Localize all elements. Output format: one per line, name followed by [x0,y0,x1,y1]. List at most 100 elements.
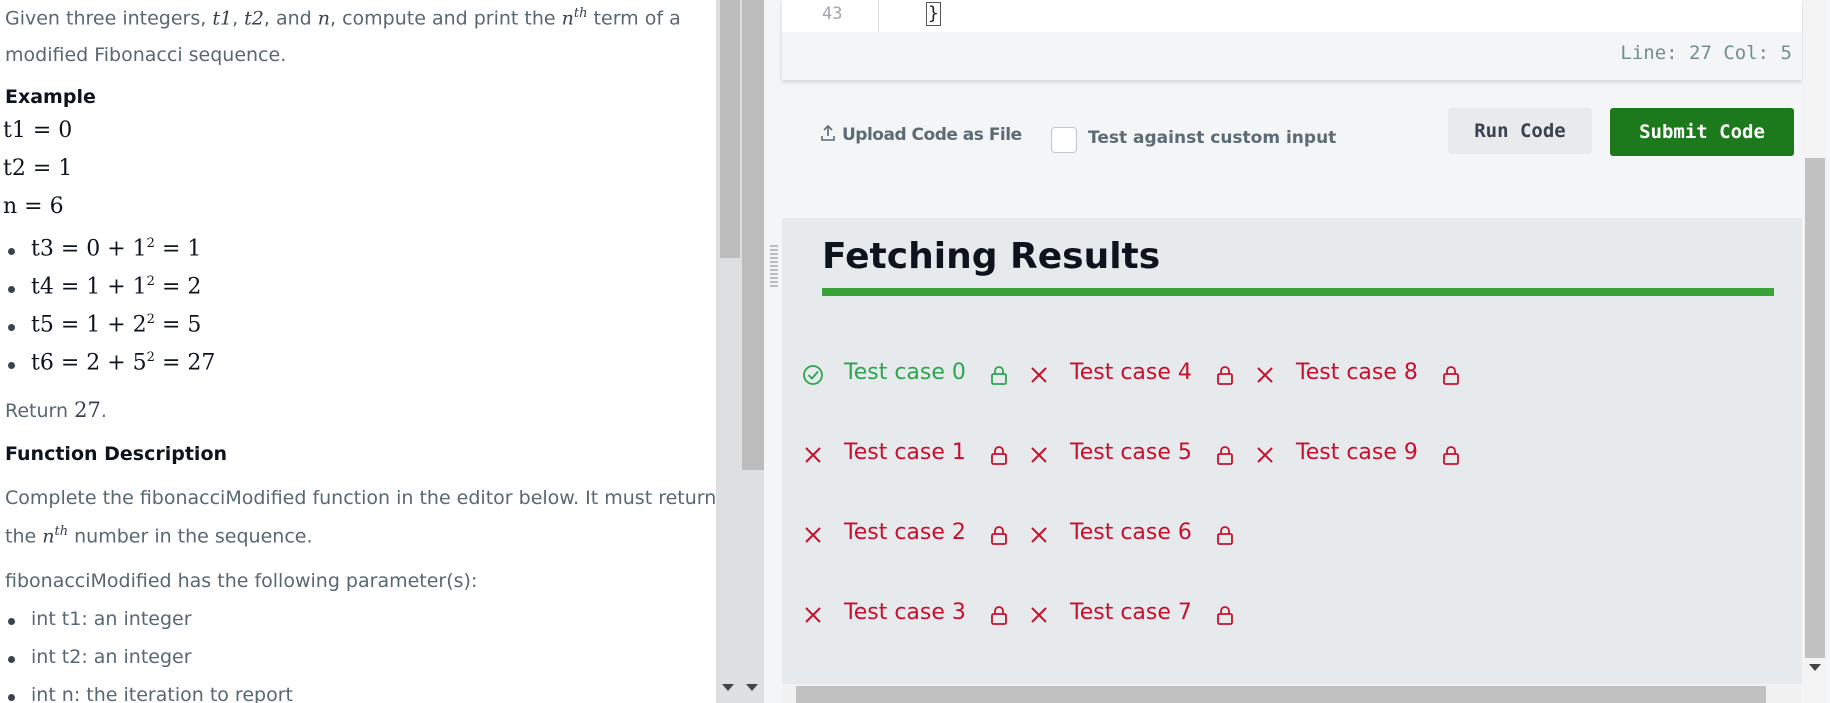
function-description-heading: Function Description [5,443,228,465]
nth-sup: th [54,524,69,539]
var-t1: t1 [212,7,233,30]
horizontal-scrollbar-thumb[interactable] [796,686,1766,703]
bullet-dot [8,324,15,331]
bullet-dot [8,618,15,625]
problem-scrollbar-thumb[interactable] [720,0,740,258]
test-case-item[interactable]: Test case 3 [802,598,1007,630]
test-case-label: Test case 6 [1070,520,1192,545]
test-case-label: Test case 5 [1070,440,1192,465]
bullet-lhs: t3 = 0 + 1 [31,236,147,262]
example-line: n = 6 [3,194,64,219]
test-case-label: Test case 2 [844,520,966,545]
lock-icon [991,526,1007,545]
return-line: Return 27. [5,398,107,422]
lock-icon [1217,606,1233,625]
test-case-item[interactable]: Test case 5 [1028,438,1233,470]
param-item: int t2: an integer [31,646,192,668]
bullet-dot [8,248,15,255]
test-case-item[interactable]: Test case 6 [1028,518,1233,550]
example-bullet: t6 = 2 + 52 = 27 [31,350,215,375]
test-case-label: Test case 9 [1296,440,1418,465]
example-bullet: t5 = 1 + 22 = 5 [31,312,201,337]
scroll-down-arrow-icon[interactable] [722,684,734,691]
intro-sep: , [232,7,245,30]
custom-input-label[interactable]: Test against custom input [1088,128,1336,148]
lock-icon [1443,446,1459,465]
x-icon [1031,527,1047,543]
upload-code-button[interactable]: Upload Code as File [820,124,1022,145]
x-icon [1031,367,1047,383]
lock-icon [991,366,1007,385]
test-case-label: Test case 7 [1070,600,1192,625]
x-icon [805,527,821,543]
check-circle-icon [803,365,823,385]
nth-base: n [42,525,55,548]
upload-icon [821,124,835,141]
x-icon [1031,607,1047,623]
intro-and: , and [263,7,318,30]
lock-icon [1217,526,1233,545]
example-heading: Example [5,86,96,108]
example-line: t1 = 0 [3,118,73,143]
nth-sup: th [573,6,588,21]
results-progress-bar [822,288,1774,296]
run-code-button[interactable]: Run Code [1448,108,1592,154]
nth-base: n [561,7,574,30]
test-case-item[interactable]: Test case 7 [1028,598,1233,630]
pane-resize-handle[interactable] [770,245,778,289]
code-editor[interactable]: 43 } Line: 27 Col: 5 [782,0,1802,80]
lock-icon [1217,366,1233,385]
intro-mid: , compute and print the [330,7,562,30]
submit-code-button[interactable]: Submit Code [1610,108,1794,156]
editor-scrollbar-thumb[interactable] [1805,158,1825,658]
desc-pre: the [5,525,43,548]
example-bullet: t4 = 1 + 12 = 2 [31,274,201,299]
bullet-rhs: = 5 [154,312,202,338]
desc-post: number in the sequence. [68,525,313,548]
intro-text: Given three integers, [5,7,213,30]
lock-icon [1217,446,1233,465]
test-case-label: Test case 4 [1070,360,1192,385]
var-t2: t2 [244,7,264,30]
lock-icon [1443,366,1459,385]
bullet-lhs: t4 = 1 + 1 [31,274,147,300]
code-text[interactable]: } [926,2,941,26]
test-case-item[interactable]: Test case 4 [1028,358,1233,390]
example-bullet: t3 = 0 + 12 = 1 [31,236,201,261]
x-icon [805,607,821,623]
x-icon [805,447,821,463]
results-title: Fetching Results [822,236,1161,277]
param-item: int n: the iteration to report [31,684,293,703]
test-case-item[interactable]: Test case 1 [802,438,1007,470]
test-case-label: Test case 3 [844,600,966,625]
line-number: 43 [822,4,843,24]
return-post: . [100,400,107,422]
upload-label: Upload Code as File [842,125,1022,145]
bullet-dot [8,286,15,293]
test-case-item[interactable]: Test case 2 [802,518,1007,550]
lock-icon [991,606,1007,625]
results-panel: Fetching Results Test case 0 Test case 1 T… [782,218,1802,690]
editor-status-bar: Line: 27 Col: 5 [782,32,1802,80]
cursor-position: Line: 27 Col: 5 [1620,42,1792,64]
custom-input-checkbox[interactable] [1051,127,1077,153]
problem-statement: Given three integers, t1, t2, and n, com… [0,0,715,703]
example-line: t2 = 1 [3,156,73,181]
test-case-label: Test case 1 [844,440,966,465]
return-value: 27 [74,398,101,422]
bullet-exp: 2 [146,350,155,365]
scroll-down-arrow-icon[interactable] [746,684,758,691]
x-icon [1031,447,1047,463]
bullet-rhs: = 1 [154,236,202,262]
test-case-item[interactable]: Test case 0 [802,358,1007,390]
bullet-exp: 2 [146,312,155,327]
test-case-item[interactable]: Test case 9 [1254,438,1459,470]
bullet-rhs: = 27 [154,350,216,376]
split-scrollbar-thumb[interactable] [742,0,764,470]
scroll-down-arrow-icon[interactable] [1809,664,1821,671]
description-line1: Complete the fibonacciModified function … [5,487,715,509]
test-case-label: Test case 8 [1296,360,1418,385]
bullet-rhs: = 2 [154,274,202,300]
test-case-item[interactable]: Test case 8 [1254,358,1459,390]
bullet-dot [8,362,15,369]
